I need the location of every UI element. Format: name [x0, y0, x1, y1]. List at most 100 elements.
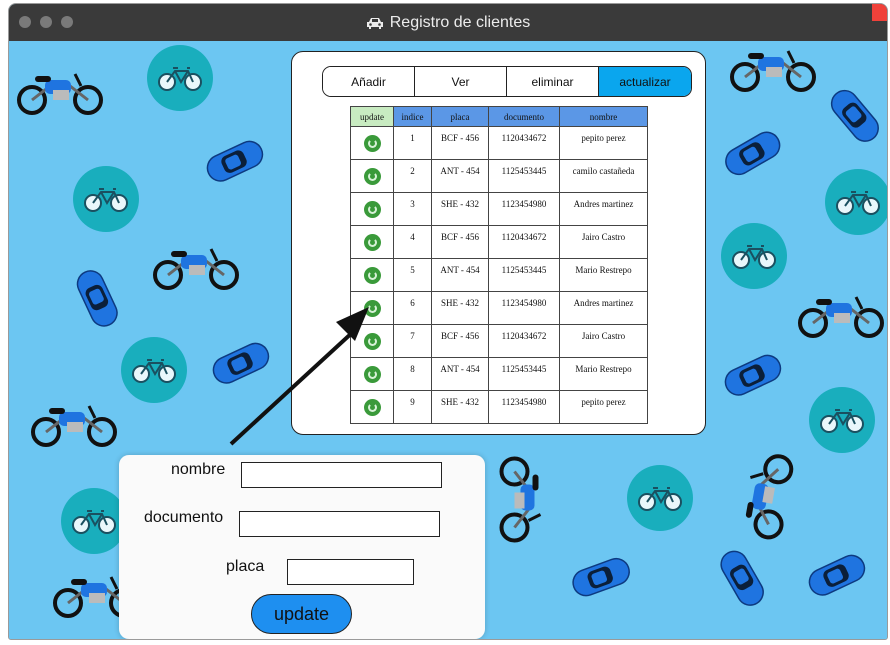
- action-tabs: Añadir Ver eliminar actualizar: [322, 66, 692, 97]
- maximize-window-button[interactable]: [61, 16, 73, 28]
- cell-documento: 1123454980: [488, 390, 560, 424]
- update-cell: [350, 291, 394, 325]
- documento-input[interactable]: [239, 511, 440, 537]
- refresh-icon[interactable]: [363, 233, 381, 251]
- cell-placa: ANT - 454: [431, 357, 489, 391]
- car-icon: [206, 336, 278, 396]
- table-row: 8 ANT - 454 1125453445 Mario Restrepo: [350, 357, 648, 391]
- table-row: 4 BCF - 456 1120434672 Jairo Castro: [350, 225, 648, 259]
- motorcycle-icon: [151, 239, 241, 296]
- update-cell: [350, 357, 394, 391]
- cell-placa: SHE - 432: [431, 192, 489, 226]
- refresh-icon[interactable]: [363, 200, 381, 218]
- update-cell: [350, 159, 394, 193]
- update-button[interactable]: update: [251, 594, 352, 634]
- cell-indice: 8: [393, 357, 432, 391]
- records-panel: Añadir Ver eliminar actualizar update in…: [291, 51, 706, 435]
- column-header-placa: placa: [431, 106, 489, 127]
- motorcycle-icon: [494, 455, 551, 545]
- cell-indice: 3: [393, 192, 432, 226]
- cell-nombre: pepito perez: [559, 390, 648, 424]
- cell-placa: BCF - 456: [431, 126, 489, 160]
- refresh-icon[interactable]: [363, 332, 381, 350]
- clients-table: update indice placa documento nombre 1 BC…: [350, 106, 648, 424]
- cell-indice: 2: [393, 159, 432, 193]
- column-header-update: update: [350, 106, 394, 127]
- update-cell: [350, 192, 394, 226]
- tab-view[interactable]: Ver: [415, 67, 507, 96]
- cell-indice: 7: [393, 324, 432, 358]
- cell-nombre: camilo castañeda: [559, 159, 648, 193]
- cell-placa: SHE - 432: [431, 291, 489, 325]
- column-header-indice: indice: [393, 106, 432, 127]
- bicycle-icon: [73, 166, 139, 232]
- cell-nombre: Mario Restrepo: [559, 357, 648, 391]
- placa-label: placa: [226, 558, 265, 575]
- motorcycle-icon: [15, 64, 105, 121]
- cell-documento: 1123454980: [488, 291, 560, 325]
- motorcycle-icon: [730, 446, 802, 545]
- table-row: 3 SHE - 432 1123454980 Andres martinez: [350, 192, 648, 226]
- cell-documento: 1120434672: [488, 225, 560, 259]
- column-header-documento: documento: [488, 106, 560, 127]
- cell-indice: 5: [393, 258, 432, 292]
- close-window-button[interactable]: [19, 16, 31, 28]
- refresh-icon[interactable]: [363, 299, 381, 317]
- update-form: nombre documento placa update: [119, 455, 485, 639]
- table-row: 6 SHE - 432 1123454980 Andres martinez: [350, 291, 648, 325]
- bicycle-icon: [61, 488, 127, 554]
- update-cell: [350, 324, 394, 358]
- car-icon: [65, 264, 125, 336]
- motorcycle-icon: [796, 287, 886, 344]
- background-canvas: Añadir Ver eliminar actualizar update in…: [9, 41, 887, 639]
- bicycle-icon: [627, 465, 693, 531]
- refresh-icon[interactable]: [363, 398, 381, 416]
- car-icon: [718, 348, 790, 408]
- cell-nombre: Jairo Castro: [559, 324, 648, 358]
- bicycle-icon: [147, 45, 213, 111]
- car-icon: [567, 552, 638, 608]
- update-cell: [350, 225, 394, 259]
- cell-indice: 9: [393, 390, 432, 424]
- title-bar: Registro de clientes: [9, 4, 887, 41]
- table-row: 9 SHE - 432 1123454980 pepito perez: [350, 390, 648, 424]
- tab-update[interactable]: actualizar: [599, 67, 691, 96]
- placa-input[interactable]: [287, 559, 414, 585]
- update-cell: [350, 126, 394, 160]
- table-row: 1 BCF - 456 1120434672 pepito perez: [350, 126, 648, 160]
- nombre-input[interactable]: [241, 462, 442, 488]
- tab-add[interactable]: Añadir: [323, 67, 415, 96]
- update-cell: [350, 390, 394, 424]
- cell-documento: 1120434672: [488, 324, 560, 358]
- app-window: Registro de clientes Añadir Ver eliminar…: [8, 3, 888, 640]
- cell-nombre: pepito perez: [559, 126, 648, 160]
- cell-documento: 1125453445: [488, 258, 560, 292]
- cell-documento: 1125453445: [488, 159, 560, 193]
- bicycle-icon: [721, 223, 787, 289]
- car-icon: [200, 134, 272, 194]
- cell-documento: 1125453445: [488, 357, 560, 391]
- car-icon: [718, 124, 790, 187]
- cell-nombre: Andres martinez: [559, 291, 648, 325]
- refresh-icon[interactable]: [363, 134, 381, 152]
- table-row: 2 ANT - 454 1125453445 camilo castañeda: [350, 159, 648, 193]
- cell-nombre: Andres martinez: [559, 192, 648, 226]
- refresh-icon[interactable]: [363, 365, 381, 383]
- minimize-window-button[interactable]: [40, 16, 52, 28]
- cell-indice: 4: [393, 225, 432, 259]
- cell-nombre: Mario Restrepo: [559, 258, 648, 292]
- tab-delete[interactable]: eliminar: [507, 67, 599, 96]
- table-row: 5 ANT - 454 1125453445 Mario Restrepo: [350, 258, 648, 292]
- window-controls: [19, 16, 73, 28]
- update-cell: [350, 258, 394, 292]
- refresh-icon[interactable]: [363, 167, 381, 185]
- corner-marker: [872, 4, 887, 21]
- cell-placa: BCF - 456: [431, 225, 489, 259]
- car-icon: [708, 543, 771, 615]
- cell-documento: 1120434672: [488, 126, 560, 160]
- bicycle-icon: [825, 169, 887, 235]
- refresh-icon[interactable]: [363, 266, 381, 284]
- car-icon: [819, 82, 887, 153]
- bicycle-icon: [121, 337, 187, 403]
- car-icon: [366, 17, 383, 29]
